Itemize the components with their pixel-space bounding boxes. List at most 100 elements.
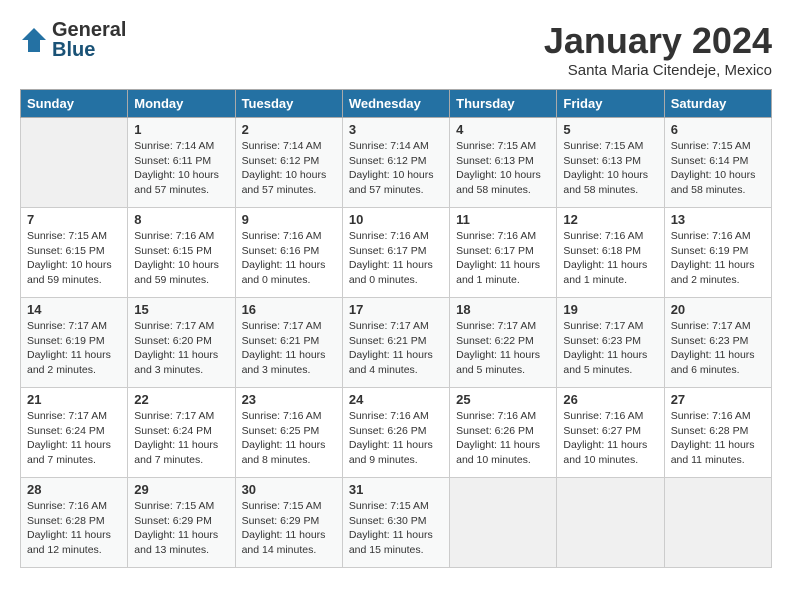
day-info: Sunrise: 7:16 AM Sunset: 6:25 PM Dayligh…: [242, 409, 336, 468]
day-info: Sunrise: 7:15 AM Sunset: 6:13 PM Dayligh…: [456, 139, 550, 198]
day-number: 31: [349, 482, 443, 497]
day-info: Sunrise: 7:16 AM Sunset: 6:17 PM Dayligh…: [456, 229, 550, 288]
day-info: Sunrise: 7:16 AM Sunset: 6:27 PM Dayligh…: [563, 409, 657, 468]
calendar-week-1: 1 Sunrise: 7:14 AM Sunset: 6:11 PM Daylig…: [21, 118, 772, 208]
day-number: 26: [563, 392, 657, 407]
month-title: January 2024: [544, 20, 772, 62]
calendar-cell: 1 Sunrise: 7:14 AM Sunset: 6:11 PM Daylig…: [128, 118, 235, 208]
calendar-week-4: 21 Sunrise: 7:17 AM Sunset: 6:24 PM Dayli…: [21, 388, 772, 478]
day-number: 18: [456, 302, 550, 317]
day-number: 23: [242, 392, 336, 407]
day-info: Sunrise: 7:16 AM Sunset: 6:15 PM Dayligh…: [134, 229, 228, 288]
calendar-cell: 25 Sunrise: 7:16 AM Sunset: 6:26 PM Dayli…: [450, 388, 557, 478]
day-info: Sunrise: 7:16 AM Sunset: 6:17 PM Dayligh…: [349, 229, 443, 288]
day-number: 8: [134, 212, 228, 227]
day-info: Sunrise: 7:16 AM Sunset: 6:18 PM Dayligh…: [563, 229, 657, 288]
calendar-cell: 23 Sunrise: 7:16 AM Sunset: 6:25 PM Dayli…: [235, 388, 342, 478]
day-number: 21: [27, 392, 121, 407]
calendar-cell: [450, 478, 557, 568]
day-info: Sunrise: 7:17 AM Sunset: 6:23 PM Dayligh…: [671, 319, 765, 378]
day-number: 5: [563, 122, 657, 137]
calendar-cell: 30Sunrise: 7:15 AM Sunset: 6:29 PM Dayli…: [235, 478, 342, 568]
day-info: Sunrise: 7:17 AM Sunset: 6:21 PM Dayligh…: [349, 319, 443, 378]
calendar-week-3: 14 Sunrise: 7:17 AM Sunset: 6:19 PM Dayli…: [21, 298, 772, 388]
header-sunday: Sunday: [21, 90, 128, 118]
day-number: 19: [563, 302, 657, 317]
day-number: 14: [27, 302, 121, 317]
day-info: Sunrise: 7:17 AM Sunset: 6:24 PM Dayligh…: [27, 409, 121, 468]
header-monday: Monday: [128, 90, 235, 118]
day-info: Sunrise: 7:16 AM Sunset: 6:28 PM Dayligh…: [27, 499, 121, 558]
day-number: 12: [563, 212, 657, 227]
day-info: Sunrise: 7:14 AM Sunset: 6:11 PM Dayligh…: [134, 139, 228, 198]
day-number: 25: [456, 392, 550, 407]
day-info: Sunrise: 7:16 AM Sunset: 6:26 PM Dayligh…: [456, 409, 550, 468]
day-info: Sunrise: 7:17 AM Sunset: 6:22 PM Dayligh…: [456, 319, 550, 378]
day-number: 6: [671, 122, 765, 137]
logo-icon: [20, 26, 48, 54]
day-info: Sunrise: 7:15 AM Sunset: 6:14 PM Dayligh…: [671, 139, 765, 198]
day-number: 29: [134, 482, 228, 497]
title-block: January 2024 Santa Maria Citendeje, Mexi…: [544, 20, 772, 79]
day-number: 15: [134, 302, 228, 317]
calendar-cell: 3Sunrise: 7:14 AM Sunset: 6:12 PM Daylig…: [342, 118, 449, 208]
day-info: Sunrise: 7:15 AM Sunset: 6:29 PM Dayligh…: [134, 499, 228, 558]
calendar-cell: 22 Sunrise: 7:17 AM Sunset: 6:24 PM Dayli…: [128, 388, 235, 478]
day-info: Sunrise: 7:17 AM Sunset: 6:20 PM Dayligh…: [134, 319, 228, 378]
calendar-cell: 29 Sunrise: 7:15 AM Sunset: 6:29 PM Dayli…: [128, 478, 235, 568]
calendar-cell: [21, 118, 128, 208]
calendar-cell: 27 Sunrise: 7:16 AM Sunset: 6:28 PM Dayli…: [664, 388, 771, 478]
day-info: Sunrise: 7:16 AM Sunset: 6:26 PM Dayligh…: [349, 409, 443, 468]
calendar-cell: 6 Sunrise: 7:15 AM Sunset: 6:14 PM Daylig…: [664, 118, 771, 208]
location: Santa Maria Citendeje, Mexico: [544, 62, 772, 79]
day-info: Sunrise: 7:14 AM Sunset: 6:12 PM Dayligh…: [242, 139, 336, 198]
day-number: 22: [134, 392, 228, 407]
header-thursday: Thursday: [450, 90, 557, 118]
header-friday: Friday: [557, 90, 664, 118]
logo-text: General Blue: [52, 20, 126, 60]
calendar-cell: 17 Sunrise: 7:17 AM Sunset: 6:21 PM Dayli…: [342, 298, 449, 388]
day-number: 9: [242, 212, 336, 227]
calendar-cell: 16 Sunrise: 7:17 AM Sunset: 6:21 PM Dayli…: [235, 298, 342, 388]
day-info: Sunrise: 7:17 AM Sunset: 6:21 PM Dayligh…: [242, 319, 336, 378]
day-number: 4: [456, 122, 550, 137]
day-info: Sunrise: 7:17 AM Sunset: 6:24 PM Dayligh…: [134, 409, 228, 468]
day-number: 2: [242, 122, 336, 137]
calendar-cell: 15 Sunrise: 7:17 AM Sunset: 6:20 PM Dayli…: [128, 298, 235, 388]
header-saturday: Saturday: [664, 90, 771, 118]
day-info: Sunrise: 7:16 AM Sunset: 6:16 PM Dayligh…: [242, 229, 336, 288]
day-number: 13: [671, 212, 765, 227]
day-number: 11: [456, 212, 550, 227]
page-header: General Blue January 2024 Santa Maria Ci…: [20, 20, 772, 79]
day-number: 16: [242, 302, 336, 317]
calendar-cell: 4 Sunrise: 7:15 AM Sunset: 6:13 PM Daylig…: [450, 118, 557, 208]
calendar-cell: 24Sunrise: 7:16 AM Sunset: 6:26 PM Dayli…: [342, 388, 449, 478]
day-number: 7: [27, 212, 121, 227]
logo-blue: Blue: [52, 40, 126, 60]
day-info: Sunrise: 7:16 AM Sunset: 6:28 PM Dayligh…: [671, 409, 765, 468]
calendar-cell: 18 Sunrise: 7:17 AM Sunset: 6:22 PM Dayli…: [450, 298, 557, 388]
day-info: Sunrise: 7:17 AM Sunset: 6:19 PM Dayligh…: [27, 319, 121, 378]
day-number: 27: [671, 392, 765, 407]
calendar-cell: 14 Sunrise: 7:17 AM Sunset: 6:19 PM Dayli…: [21, 298, 128, 388]
day-info: Sunrise: 7:17 AM Sunset: 6:23 PM Dayligh…: [563, 319, 657, 378]
calendar-cell: 2 Sunrise: 7:14 AM Sunset: 6:12 PM Daylig…: [235, 118, 342, 208]
calendar-week-2: 7 Sunrise: 7:15 AM Sunset: 6:15 PM Daylig…: [21, 208, 772, 298]
calendar-cell: 7 Sunrise: 7:15 AM Sunset: 6:15 PM Daylig…: [21, 208, 128, 298]
day-number: 1: [134, 122, 228, 137]
calendar-cell: 26 Sunrise: 7:16 AM Sunset: 6:27 PM Dayli…: [557, 388, 664, 478]
header-wednesday: Wednesday: [342, 90, 449, 118]
day-number: 17: [349, 302, 443, 317]
calendar-cell: 20 Sunrise: 7:17 AM Sunset: 6:23 PM Dayli…: [664, 298, 771, 388]
day-info: Sunrise: 7:15 AM Sunset: 6:15 PM Dayligh…: [27, 229, 121, 288]
calendar-week-5: 28Sunrise: 7:16 AM Sunset: 6:28 PM Dayli…: [21, 478, 772, 568]
day-info: Sunrise: 7:15 AM Sunset: 6:30 PM Dayligh…: [349, 499, 443, 558]
calendar-cell: 31 Sunrise: 7:15 AM Sunset: 6:30 PM Dayli…: [342, 478, 449, 568]
header-row: Sunday Monday Tuesday Wednesday Thursday…: [21, 90, 772, 118]
day-info: Sunrise: 7:15 AM Sunset: 6:13 PM Dayligh…: [563, 139, 657, 198]
calendar-cell: 10 Sunrise: 7:16 AM Sunset: 6:17 PM Dayli…: [342, 208, 449, 298]
day-number: 10: [349, 212, 443, 227]
calendar-body: 1 Sunrise: 7:14 AM Sunset: 6:11 PM Daylig…: [21, 118, 772, 568]
calendar-cell: 11 Sunrise: 7:16 AM Sunset: 6:17 PM Dayli…: [450, 208, 557, 298]
day-number: 20: [671, 302, 765, 317]
